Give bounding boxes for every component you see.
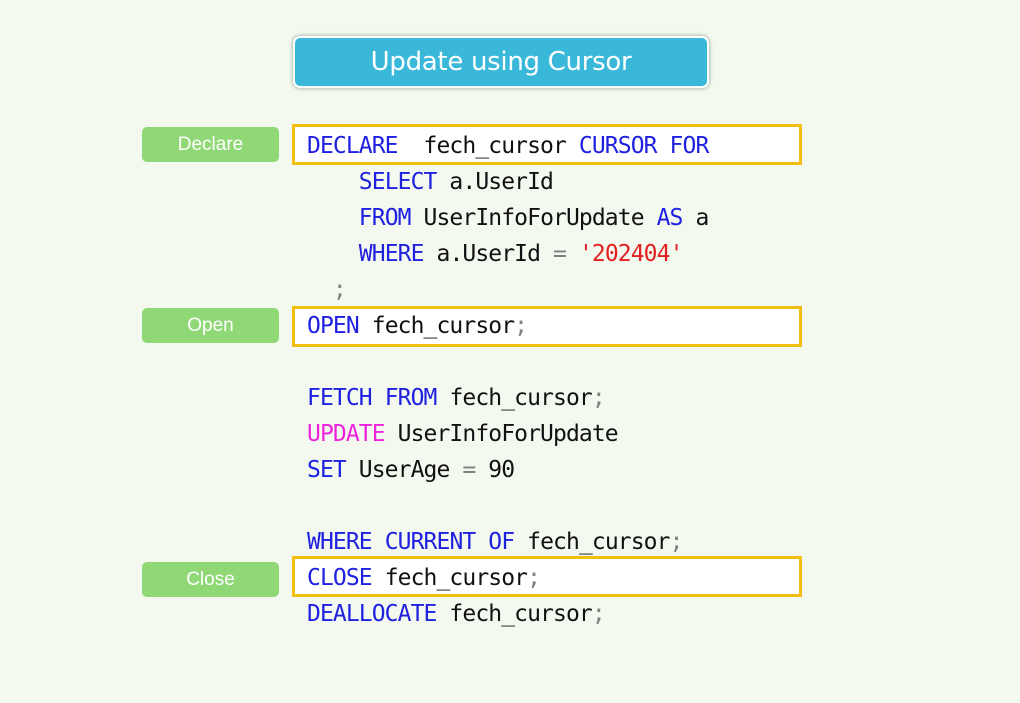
code-text: UserInfoForUpdate <box>410 205 657 231</box>
code-text: UserInfoForUpdate <box>384 421 619 447</box>
code-keyword: FOR <box>669 133 710 159</box>
code-line: DEALLOCATE fech_cursor; <box>307 596 708 632</box>
code-text: 90 <box>475 457 515 483</box>
code-keyword: SELECT <box>358 169 438 195</box>
code-keyword: WHERE <box>358 241 425 267</box>
code-keyword: UPDATE <box>307 421 386 447</box>
code-text: a.UserId <box>423 241 554 267</box>
code-line: UPDATE UserInfoForUpdate <box>307 416 708 452</box>
code-text: ; <box>591 601 606 627</box>
code-keyword: CLOSE <box>307 565 373 591</box>
code-keyword: FROM <box>384 385 438 411</box>
code-text: fech_cursor <box>514 529 670 555</box>
code-line: WHERE a.UserId = '202404' <box>307 236 708 272</box>
code-keyword: FETCH <box>307 385 373 411</box>
code-keyword: AS <box>656 205 684 231</box>
code-text: ; <box>514 313 528 339</box>
code-keyword: CURSOR <box>578 133 658 159</box>
diagram-title: Update using Cursor <box>293 36 709 88</box>
step-label-close: Close <box>142 562 279 597</box>
code-text: fech_cursor <box>397 133 579 159</box>
code-text: fech_cursor <box>358 313 515 339</box>
code-line: DECLARE fech_cursor CURSOR FOR <box>307 128 710 164</box>
step-label-open: Open <box>142 308 279 343</box>
code-text: ; <box>527 565 541 591</box>
code-line: SELECT a.UserId <box>307 164 708 200</box>
code-line: FROM UserInfoForUpdate AS a <box>307 200 710 236</box>
code-keyword: DEALLOCATE <box>307 601 437 627</box>
code-keyword: SET <box>307 457 347 483</box>
code-keyword: FROM <box>358 205 412 231</box>
code-line: FETCH FROM fech_cursor; <box>307 380 708 416</box>
code-text: fech_cursor <box>371 565 528 591</box>
code-text: UserAge <box>345 457 463 483</box>
code-text: ; <box>669 529 684 555</box>
code-keyword: DECLARE <box>307 133 399 159</box>
step-label-declare: Declare <box>142 127 279 162</box>
code-line: ; <box>307 272 708 308</box>
code-keyword: OF <box>488 529 515 555</box>
code-line: CLOSE fech_cursor; <box>307 560 708 596</box>
code-string: '202404' <box>578 241 683 267</box>
code-text: ; <box>332 277 347 303</box>
code-text: a.UserId <box>436 169 554 195</box>
code-line: OPEN fech_cursor; <box>307 308 708 344</box>
code-text: fech_cursor <box>436 601 592 627</box>
code-line: WHERE CURRENT OF fech_cursor; <box>307 524 708 560</box>
sql-code-block: DECLARE fech_cursor CURSOR FOR SELECT a.… <box>307 128 710 632</box>
code-keyword: WHERE <box>307 529 373 555</box>
code-text: ; <box>591 385 606 411</box>
code-text: a <box>682 205 709 231</box>
code-text: = <box>462 457 476 483</box>
code-keyword: OPEN <box>307 313 360 339</box>
code-keyword: CURRENT <box>384 529 477 555</box>
code-line: SET UserAge = 90 <box>307 452 708 488</box>
code-text: fech_cursor <box>436 385 592 411</box>
code-text: = <box>553 241 567 267</box>
